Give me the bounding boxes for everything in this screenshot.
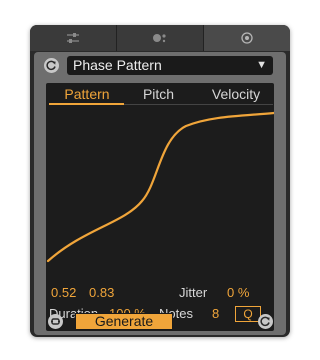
loop-icon	[51, 318, 60, 325]
target-icon	[241, 32, 253, 44]
tab-sliders[interactable]	[30, 25, 117, 51]
top-tab-bar	[30, 25, 290, 51]
tab-pitch[interactable]: Pitch	[136, 85, 181, 103]
reload-icon	[46, 60, 56, 71]
tab-velocity[interactable]: Velocity	[202, 85, 270, 103]
device-panel: Phase Pattern ▼ Pattern Pitch Velocity 0…	[34, 52, 286, 335]
phase-start-value[interactable]: 0.52	[51, 284, 76, 302]
phase-pattern-device: Phase Pattern ▼ Pattern Pitch Velocity 0…	[30, 25, 290, 337]
subtab-bar: Pattern Pitch Velocity	[46, 83, 274, 105]
loop-button[interactable]	[48, 314, 63, 329]
preset-value: Phase Pattern	[73, 57, 162, 73]
refresh-icon	[260, 316, 270, 327]
footer-bar: Generate	[30, 308, 290, 337]
phase-curve-graph[interactable]	[46, 111, 274, 265]
active-tab-underline	[49, 103, 124, 105]
tab-target[interactable]	[204, 25, 290, 51]
param-row-1: 0.52 0.83 Jitter 0 %	[46, 284, 274, 302]
phase-end-value[interactable]: 0.83	[89, 284, 114, 302]
preset-header: Phase Pattern ▼	[34, 52, 286, 80]
refresh-button[interactable]	[258, 314, 273, 329]
preset-dropdown[interactable]: Phase Pattern ▼	[67, 56, 273, 75]
tab-pattern[interactable]: Pattern	[52, 85, 122, 103]
jitter-value[interactable]: 0 %	[227, 284, 249, 302]
phase-curve	[46, 111, 274, 263]
dots-icon	[153, 34, 166, 43]
generate-button[interactable]: Generate	[75, 313, 173, 330]
triangle-down-icon: ▼	[256, 59, 267, 71]
editor-area: Pattern Pitch Velocity 0.52 0.83 Jitter …	[46, 83, 274, 331]
jitter-label: Jitter	[179, 285, 208, 300]
sliders-icon	[67, 33, 79, 43]
tab-dots[interactable]	[117, 25, 204, 51]
reload-button[interactable]	[44, 58, 59, 73]
